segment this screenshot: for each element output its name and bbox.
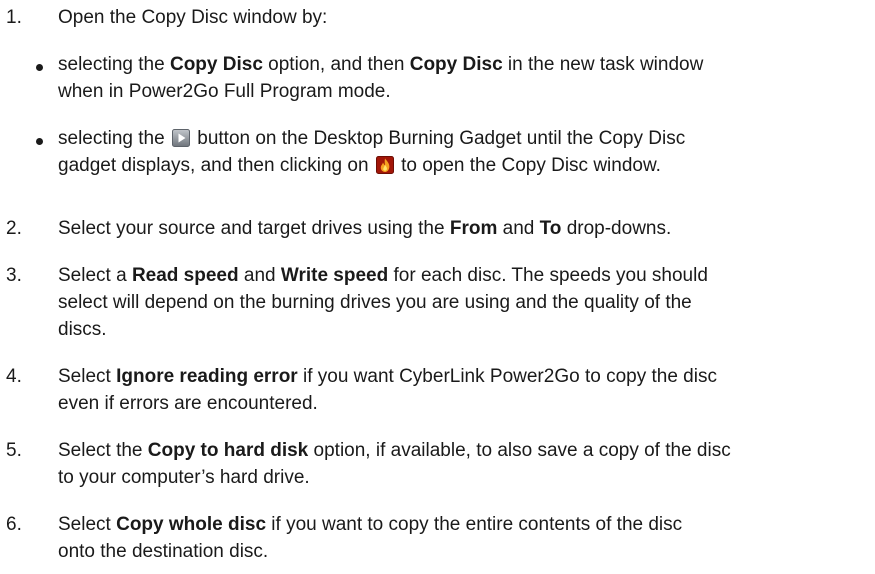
flame-burn-icon xyxy=(375,155,394,174)
play-arrow-button-icon xyxy=(171,128,190,147)
bullet-text: selecting the button on the Desktop Burn… xyxy=(58,128,686,176)
step-number: 6. xyxy=(6,514,22,535)
bullet-dot xyxy=(36,64,43,71)
step-number: 5. xyxy=(6,440,22,461)
bold-term: Read speed xyxy=(131,265,239,286)
bullet-text: selecting the Copy Disc option, and then… xyxy=(58,54,704,102)
step-number: 1. xyxy=(6,7,22,28)
step-text: Select your source and target drives usi… xyxy=(58,218,672,239)
bold-term: Ignore reading error xyxy=(116,366,298,387)
bold-term: Copy whole disc xyxy=(116,514,267,535)
bullet-dot xyxy=(36,138,43,145)
bold-term: Write speed xyxy=(280,265,389,286)
step-text: Select Copy whole disc if you want to co… xyxy=(58,514,683,562)
bold-term: From xyxy=(449,218,498,239)
step-number: 3. xyxy=(6,265,22,286)
step-text: Select a Read speed and Write speed for … xyxy=(58,265,708,340)
bold-term: Copy to hard disk xyxy=(147,440,309,461)
step-number: 4. xyxy=(6,366,22,387)
bold-term: To xyxy=(539,218,562,239)
step-text: Select Ignore reading error if you want … xyxy=(58,366,717,414)
bold-term: Copy Disc xyxy=(409,54,503,75)
document-page: 1. Open the Copy Disc window by: selecti… xyxy=(0,0,875,574)
step-text: Select the Copy to hard disk option, if … xyxy=(58,440,731,488)
step-text: Open the Copy Disc window by: xyxy=(58,7,328,28)
step-number: 2. xyxy=(6,218,22,239)
bold-term: Copy Disc xyxy=(169,54,263,75)
